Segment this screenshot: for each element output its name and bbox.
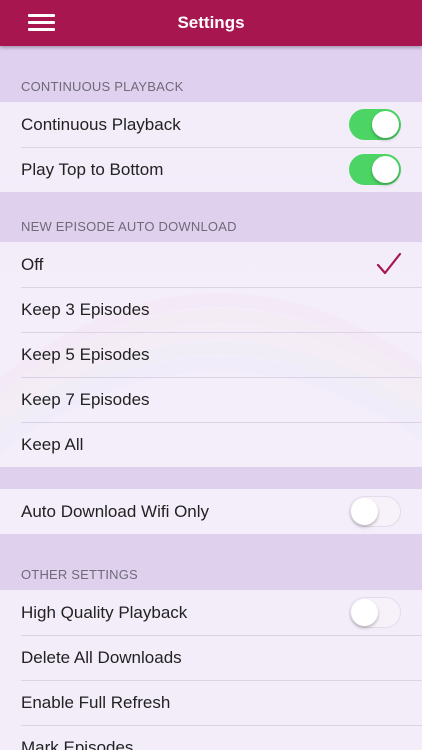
option-keep-7-episodes[interactable]: Keep 7 Episodes [0,377,422,422]
option-keep-3-episodes[interactable]: Keep 3 Episodes [0,287,422,332]
row-continuous-playback: Continuous Playback [0,102,422,147]
continuous-playback-toggle[interactable] [349,109,401,140]
row-label: Keep 7 Episodes [21,389,150,409]
row-mark-episodes[interactable]: Mark Episodes [0,725,422,750]
section-header-other-settings: OTHER SETTINGS [0,534,422,590]
section-header-auto-download: NEW EPISODE AUTO DOWNLOAD [0,192,422,242]
high-quality-playback-toggle[interactable] [349,597,401,628]
row-label: High Quality Playback [21,602,188,622]
navigation-bar: Settings [0,0,422,46]
settings-list: CONTINUOUS PLAYBACK Continuous Playback … [0,46,422,750]
settings-screen: Settings CONTINUOUS PLAYBACK Continuous … [0,0,422,750]
row-label: Keep All [21,434,84,454]
row-label: Keep 3 Episodes [21,299,150,319]
row-play-top-to-bottom: Play Top to Bottom [0,147,422,192]
row-label: Continuous Playback [21,114,181,134]
checkmark-icon [376,252,402,275]
row-label: Play Top to Bottom [21,159,164,179]
row-label: Auto Download Wifi Only [21,501,210,521]
page-title: Settings [177,13,245,32]
option-keep-5-episodes[interactable]: Keep 5 Episodes [0,332,422,377]
row-label: Mark Episodes [21,737,134,750]
row-label: Keep 5 Episodes [21,344,150,364]
row-delete-all-downloads[interactable]: Delete All Downloads [0,635,422,680]
row-enable-full-refresh[interactable]: Enable Full Refresh [0,680,422,725]
option-off[interactable]: Off [0,242,422,287]
play-top-to-bottom-toggle[interactable] [349,154,401,185]
hamburger-menu-icon[interactable] [28,14,55,32]
row-high-quality-playback: High Quality Playback [0,590,422,635]
row-label: Off [21,254,44,274]
wifi-only-toggle[interactable] [349,496,401,527]
row-auto-download-wifi-only: Auto Download Wifi Only [0,489,422,534]
option-keep-all[interactable]: Keep All [0,422,422,467]
row-label: Enable Full Refresh [21,692,171,712]
row-label: Delete All Downloads [21,647,182,667]
section-header-continuous-playback: CONTINUOUS PLAYBACK [0,46,422,102]
section-spacer [0,467,422,489]
